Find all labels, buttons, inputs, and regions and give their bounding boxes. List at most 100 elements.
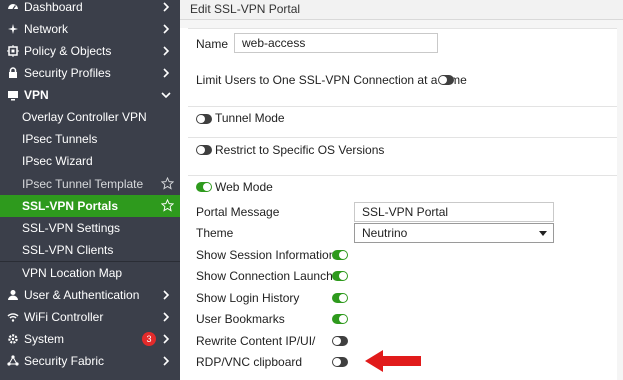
- sidebar-item-ipsec-tunnel-template[interactable]: IPsec Tunnel Template: [0, 173, 180, 195]
- sidebar-item-label: VPN: [24, 88, 49, 102]
- network-icon: [6, 22, 20, 36]
- name-label: Name: [196, 37, 229, 51]
- toggle-knob: [333, 358, 341, 366]
- general-section: Name Limit Users to One SSL-VPN Connecti…: [188, 28, 623, 104]
- limit-users-label: Limit Users to One SSL-VPN Connection at…: [196, 73, 467, 87]
- sidebar-item-label: System: [24, 332, 65, 346]
- toggle-knob: [339, 251, 347, 259]
- sidebar-item-label: Security Fabric: [24, 354, 105, 368]
- sidebar: Dashboard Network Policy & Objects Secur…: [0, 0, 180, 380]
- notification-badge: 3: [142, 332, 156, 346]
- toggle-knob: [203, 183, 211, 191]
- gear-icon: [6, 332, 20, 346]
- user-bookmarks-toggle[interactable]: [332, 314, 348, 324]
- sidebar-item-ssl-vpn-settings[interactable]: SSL-VPN Settings: [0, 217, 180, 239]
- toggle-knob: [339, 272, 347, 280]
- chevron-right-icon: [163, 46, 170, 56]
- sidebar-item-dashboard[interactable]: Dashboard: [0, 0, 180, 18]
- dropdown-caret-icon: [539, 231, 547, 236]
- show-connection-launcher-label: Show Connection Launcher: [196, 269, 344, 283]
- sidebar-item-ipsec-tunnels[interactable]: IPsec Tunnels: [0, 128, 180, 150]
- chevron-right-icon: [163, 312, 170, 322]
- sidebar-item-label: IPsec Tunnel Template: [22, 177, 144, 191]
- chevron-right-icon: [163, 2, 170, 12]
- tunnel-mode-label: Tunnel Mode: [215, 111, 285, 125]
- chevron-right-icon: [163, 290, 170, 300]
- toggle-knob: [339, 294, 347, 302]
- theme-select[interactable]: Neutrino: [354, 223, 554, 243]
- sidebar-item-label: Security Profiles: [24, 66, 111, 80]
- star-outline-icon[interactable]: [161, 177, 174, 190]
- show-connection-launcher-toggle[interactable]: [332, 271, 348, 281]
- monitor-icon: [6, 88, 20, 102]
- web-mode-section: Web Mode Portal Message Theme Neutrino S…: [188, 175, 623, 380]
- sidebar-item-label: SSL-VPN Portals: [22, 199, 119, 213]
- star-outline-icon[interactable]: [161, 199, 174, 212]
- rewrite-content-label: Rewrite Content IP/UI/: [196, 334, 316, 348]
- show-login-history-toggle[interactable]: [332, 293, 348, 303]
- toggle-knob: [339, 315, 347, 323]
- limit-users-toggle[interactable]: [438, 75, 454, 85]
- policy-icon: [6, 44, 20, 58]
- sidebar-item-security-fabric[interactable]: Security Fabric: [0, 350, 180, 372]
- show-session-info-label: Show Session Information: [196, 248, 336, 262]
- chevron-right-icon: [163, 68, 170, 78]
- wifi-icon: [6, 310, 20, 324]
- restrict-os-section: Restrict to Specific OS Versions: [188, 137, 623, 163]
- chevron-right-icon: [163, 356, 170, 366]
- lock-icon: [6, 66, 20, 80]
- sidebar-item-wifi-controller[interactable]: WiFi Controller: [0, 306, 180, 328]
- rdp-vnc-clipboard-toggle[interactable]: [332, 357, 348, 367]
- sidebar-item-label: SSL-VPN Clients: [22, 243, 114, 257]
- sidebar-item-network[interactable]: Network: [0, 18, 180, 40]
- tunnel-mode-toggle[interactable]: [196, 114, 212, 124]
- chevron-right-icon: [163, 24, 170, 34]
- show-login-history-label: Show Login History: [196, 291, 300, 305]
- theme-label: Theme: [196, 226, 234, 240]
- sidebar-item-user-authentication[interactable]: User & Authentication: [0, 284, 180, 306]
- sidebar-item-label: Dashboard: [24, 0, 83, 14]
- red-arrow-annotation-icon: [365, 350, 421, 372]
- sidebar-item-vpn[interactable]: VPN: [0, 84, 180, 106]
- chevron-down-icon: [161, 92, 171, 99]
- sidebar-item-label: WiFi Controller: [24, 310, 104, 324]
- show-session-info-toggle[interactable]: [332, 250, 348, 260]
- header-spacer: [180, 20, 623, 28]
- toggle-knob: [197, 146, 205, 154]
- sidebar-item-ipsec-wizard[interactable]: IPsec Wizard: [0, 150, 180, 172]
- sidebar-item-vpn-location-map[interactable]: VPN Location Map: [0, 262, 180, 284]
- theme-selected-value: Neutrino: [362, 226, 408, 240]
- user-bookmarks-label: User Bookmarks: [196, 312, 285, 326]
- chevron-right-icon: [163, 334, 170, 344]
- restrict-os-label: Restrict to Specific OS Versions: [215, 143, 385, 157]
- fabric-icon: [6, 354, 20, 368]
- portal-message-input[interactable]: [354, 202, 554, 222]
- sidebar-item-label: SSL-VPN Settings: [22, 221, 121, 235]
- user-icon: [6, 288, 20, 302]
- rewrite-content-toggle[interactable]: [332, 336, 348, 346]
- sidebar-item-label: VPN Location Map: [22, 266, 123, 280]
- toggle-knob: [333, 337, 341, 345]
- rdp-vnc-clipboard-label: RDP/VNC clipboard: [196, 355, 303, 369]
- sidebar-item-label: IPsec Wizard: [22, 154, 93, 168]
- tunnel-mode-section: Tunnel Mode: [188, 106, 623, 130]
- name-input[interactable]: [234, 33, 438, 53]
- sidebar-item-label: Policy & Objects: [24, 44, 112, 58]
- sidebar-item-ssl-vpn-portals[interactable]: SSL-VPN Portals: [0, 195, 180, 217]
- toggle-knob: [439, 76, 447, 84]
- sidebar-item-label: Overlay Controller VPN: [22, 110, 147, 124]
- portal-message-label: Portal Message: [196, 205, 280, 219]
- sidebar-item-system[interactable]: System 3: [0, 328, 180, 350]
- dashboard-icon: [6, 0, 20, 14]
- scrollbar[interactable]: [617, 20, 623, 380]
- sidebar-item-ssl-vpn-clients[interactable]: SSL-VPN Clients: [0, 239, 180, 261]
- sidebar-item-policy-objects[interactable]: Policy & Objects: [0, 40, 180, 62]
- web-mode-toggle[interactable]: [196, 182, 212, 192]
- sidebar-item-overlay-controller-vpn[interactable]: Overlay Controller VPN: [0, 106, 180, 128]
- sidebar-item-security-profiles[interactable]: Security Profiles: [0, 62, 180, 84]
- main-content: Edit SSL-VPN Portal Name Limit Users to …: [180, 0, 623, 380]
- sidebar-item-label: IPsec Tunnels: [22, 132, 98, 146]
- restrict-os-toggle[interactable]: [196, 145, 212, 155]
- page-header: Edit SSL-VPN Portal: [180, 0, 623, 20]
- sidebar-item-label: User & Authentication: [24, 288, 140, 302]
